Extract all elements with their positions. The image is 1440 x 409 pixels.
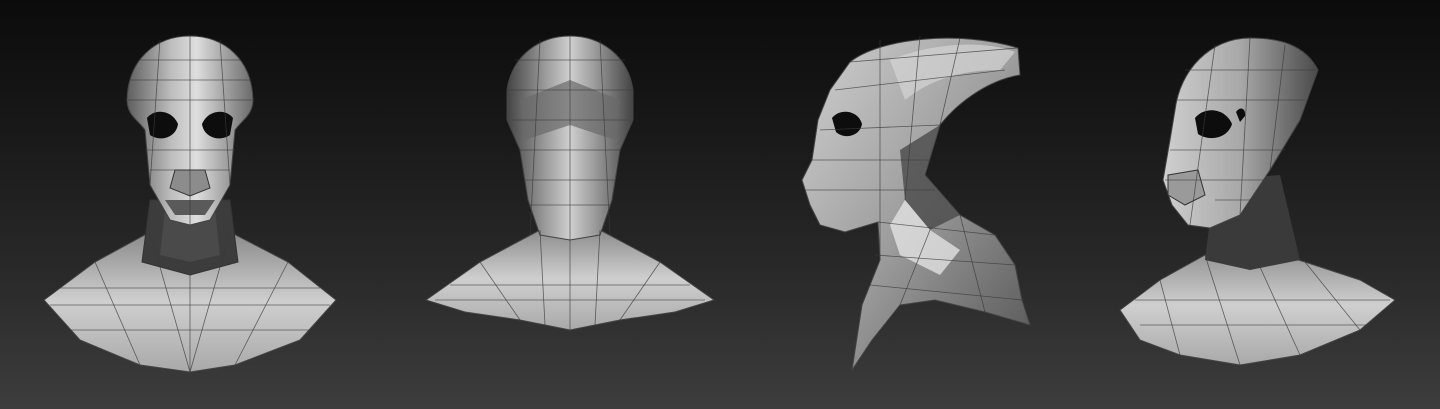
bust-side-view — [801, 35, 1031, 371]
sculpt-scene — [43, 35, 1396, 373]
bust-three-quarter-view — [1119, 37, 1396, 366]
bust-front-view — [43, 35, 337, 373]
viewport — [0, 0, 1440, 409]
bust-back-view — [424, 35, 716, 331]
